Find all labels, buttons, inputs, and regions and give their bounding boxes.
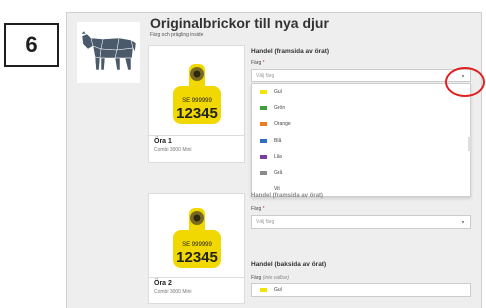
card-divider [149,277,244,278]
svg-text:SE 999999: SE 999999 [182,98,212,104]
back-heading: Handel (baksida av örat) [251,261,327,268]
color-option-gray[interactable]: Grå [260,168,282,178]
color-dropdown-list: Gul Grön Orange Blå Lila Grå Vit [251,83,471,197]
product-name: Combi 3000 Mini [154,289,192,295]
step-number: 6 [25,32,38,57]
color-swatch [260,122,267,126]
svg-text:12345: 12345 [176,249,218,266]
ear-name: Öra 1 [154,138,172,145]
color-swatch [260,90,267,94]
color-select-2[interactable]: Välj färg ▼ [251,215,471,229]
ear-tag-card-2[interactable]: SE 999999 12345 Öra 2 Combi 3000 Mini [148,193,245,304]
color-option-blue[interactable]: Blå [260,136,281,146]
select-edge [468,137,472,151]
color-option-green[interactable]: Grön [260,103,285,113]
color-swatch [260,139,267,143]
highlight-circle [445,67,485,97]
back-color-label: Färg (inte valbar) [251,275,290,281]
front-heading: Handel (framsida av örat) [251,48,330,55]
color-swatch [260,187,267,191]
ear-tag-image: SE 999999 12345 [173,208,221,268]
ear-tag-card-1[interactable]: SE 999999 12345 Öra 1 Combi 3000 Mini [148,45,245,163]
card-divider [149,135,244,136]
page-title: Originalbrickor till nya djur [150,15,329,31]
svg-text:12345: 12345 [176,105,218,122]
required-mark: * [262,206,265,212]
color-option-orange[interactable]: Orange [260,119,291,129]
not-selectable-note: (inte valbar) [262,275,290,281]
color-swatch [260,155,267,159]
animal-thumbnail [77,22,140,83]
color-option-yellow[interactable]: Gul [260,87,282,97]
color-option-purple[interactable]: Lila [260,152,282,162]
color-swatch [260,288,267,292]
chevron-down-icon[interactable]: ▼ [461,220,465,225]
color-select-placeholder: Välj färg [256,72,275,79]
color-swatch [260,171,267,175]
page-subtitle: Färg och prägling inside [150,32,204,38]
step-number-box: 6 [4,23,59,67]
color-swatch [260,106,267,110]
back-color-value: Gul [251,283,471,297]
color-select-placeholder: Välj färg [256,219,275,225]
ear-tag-image: SE 999999 12345 [173,64,221,124]
color-label-2: Färg * [251,206,265,212]
ear-name: Öra 2 [154,280,172,287]
front-heading-2: Handel (framsida av örat) [251,193,324,199]
svg-text:SE 999999: SE 999999 [182,242,212,248]
required-mark: * [262,60,265,66]
product-name: Combi 3000 Mini [154,147,192,153]
color-select[interactable]: Välj färg ▼ [251,69,471,82]
color-label: Färg * [251,60,265,66]
cow-icon [80,30,137,71]
